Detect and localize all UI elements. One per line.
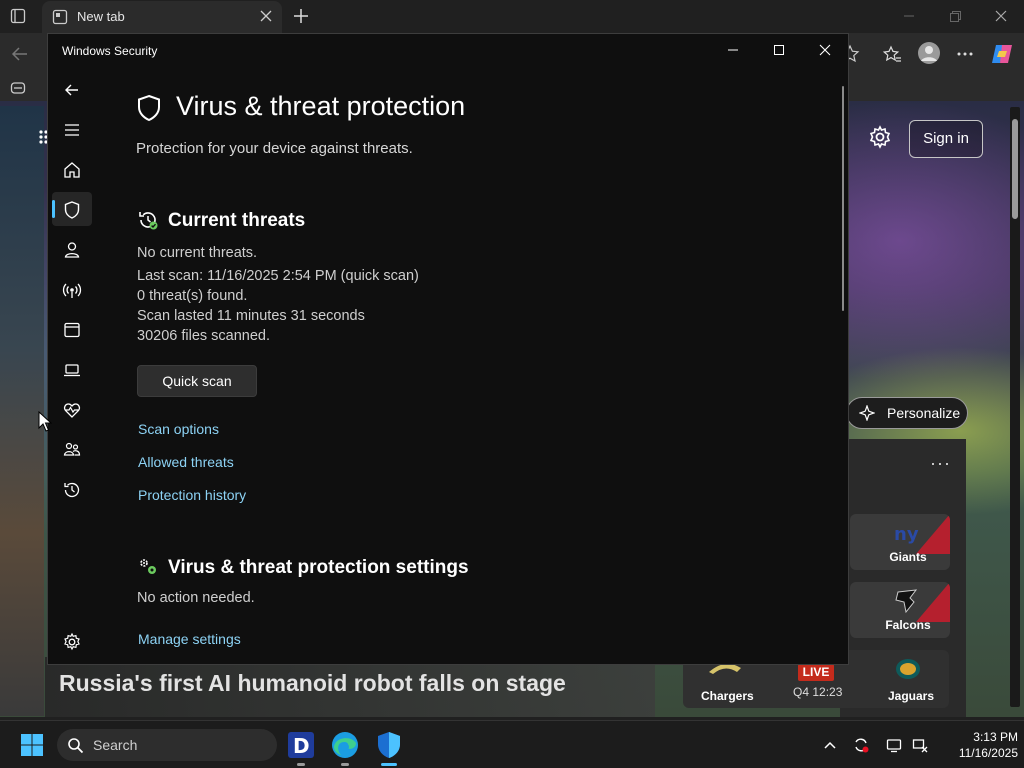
device-security-laptop-icon[interactable]: [62, 360, 82, 380]
page-scrollbar[interactable]: [1010, 107, 1020, 707]
live-badge: LIVE: [798, 664, 834, 681]
personalize-sparkle-icon: [859, 405, 875, 421]
scrollbar-thumb[interactable]: [1012, 119, 1018, 219]
quick-scan-button[interactable]: Quick scan: [137, 365, 257, 397]
windows-security-window: Windows Security Virus & threat protecti…: [47, 33, 849, 665]
page-settings-gear-icon[interactable]: [868, 125, 892, 149]
clock-date: 11/16/2025: [958, 746, 1018, 760]
tab-actions-icon[interactable]: [10, 8, 26, 24]
protection-history-icon[interactable]: [62, 480, 82, 500]
page-title: Virus & threat protection: [176, 91, 466, 121]
tab-title: New tab: [77, 9, 125, 24]
profile-avatar-icon[interactable]: [917, 41, 941, 65]
personalize-label: Personalize: [887, 405, 961, 421]
away-team-name: Jaguars: [888, 689, 935, 703]
current-threats-heading: Current threats: [168, 210, 306, 231]
window-titlebar[interactable]: Windows Security: [48, 34, 848, 66]
back-arrow-icon[interactable]: [10, 44, 30, 64]
family-options-icon[interactable]: [62, 440, 82, 460]
giants-logo-icon: ny: [894, 524, 919, 545]
taskbar-clock[interactable]: 3:13 PM 11/16/2025: [936, 729, 1018, 761]
browser-tab[interactable]: New tab: [42, 1, 282, 33]
sports-more-button[interactable]: ···: [930, 453, 951, 474]
clock-time: 3:13 PM: [973, 730, 1018, 744]
personalize-button[interactable]: Personalize: [846, 397, 968, 429]
more-options-icon[interactable]: [955, 44, 975, 64]
settings-gear-icon[interactable]: [62, 632, 82, 652]
team-card-falcons[interactable]: Falcons: [850, 582, 950, 638]
display-notification-icon[interactable]: [886, 737, 902, 753]
close-icon[interactable]: [818, 43, 832, 57]
search-icon: [68, 738, 84, 754]
nav-active-indicator: [52, 200, 55, 218]
settings-section-heading: Virus & threat protection settings: [168, 557, 469, 578]
manage-settings-link[interactable]: Manage settings: [138, 631, 241, 647]
browser-close-icon[interactable]: [994, 9, 1008, 23]
hamburger-menu-icon[interactable]: [62, 120, 82, 140]
news-headline[interactable]: Russia's first AI humanoid robot falls o…: [59, 670, 566, 697]
files-scanned-line: 30206 files scanned.: [137, 328, 271, 344]
news-card[interactable]: Russia's first AI humanoid robot falls o…: [45, 657, 655, 717]
last-scan-line: Last scan: 11/16/2025 2:54 PM (quick sca…: [137, 268, 419, 284]
allowed-threats-link[interactable]: Allowed threats: [138, 454, 234, 470]
home-icon[interactable]: [62, 160, 82, 180]
window-title: Windows Security: [62, 44, 158, 58]
protection-history-link[interactable]: Protection history: [138, 487, 246, 503]
shield-icon[interactable]: [62, 200, 82, 220]
search-placeholder: Search: [93, 737, 138, 753]
minimize-icon[interactable]: [726, 43, 740, 57]
firewall-network-icon[interactable]: [62, 280, 82, 300]
device-health-heart-icon[interactable]: [62, 400, 82, 420]
falcons-logo-icon: [895, 589, 918, 614]
network-disconnected-icon[interactable]: [912, 737, 928, 753]
scan-history-icon: [139, 212, 158, 230]
page-subtitle: Protection for your device against threa…: [136, 140, 413, 157]
threats-found-line: 0 threat(s) found.: [137, 288, 248, 304]
settings-gears-icon: [140, 559, 156, 574]
shield-header-icon: [138, 94, 160, 122]
taskbar-search-box[interactable]: Search: [57, 729, 277, 761]
close-tab-icon[interactable]: [260, 10, 272, 22]
account-person-icon[interactable]: [62, 240, 82, 260]
app-active-indicator: [381, 763, 397, 766]
browser-restore-icon[interactable]: [948, 9, 962, 23]
game-clock: Q4 12:23: [793, 685, 843, 699]
windows-security-app-icon[interactable]: [373, 729, 405, 761]
home-team-name: Chargers: [701, 689, 754, 703]
mouse-cursor-icon: [38, 411, 52, 432]
favorites-icon[interactable]: [882, 44, 902, 64]
team-card-giants[interactable]: ny Giants: [850, 514, 950, 570]
jaguars-logo-icon: [896, 659, 920, 679]
edge-browser-icon[interactable]: [329, 729, 361, 761]
new-tab-favicon-icon: [52, 9, 68, 25]
sync-status-icon[interactable]: [853, 737, 869, 753]
content-scrollbar[interactable]: [842, 86, 844, 311]
collections-icon[interactable]: [10, 81, 26, 95]
svg-text:ny: ny: [894, 524, 919, 545]
sign-in-button[interactable]: Sign in: [909, 120, 983, 158]
back-arrow-icon[interactable]: [62, 80, 82, 100]
copilot-icon[interactable]: [990, 42, 1014, 66]
tray-overflow-chevron-icon[interactable]: [822, 737, 838, 753]
dictation-app-icon[interactable]: D: [285, 729, 317, 761]
new-tab-button[interactable]: [292, 7, 310, 25]
settings-status-line: No action needed.: [137, 590, 255, 606]
scan-duration-line: Scan lasted 11 minutes 31 seconds: [137, 308, 365, 324]
app-running-indicator: [341, 763, 349, 766]
browser-tabstrip: New tab: [0, 0, 1024, 33]
browser-minimize-icon[interactable]: [902, 9, 916, 23]
maximize-icon[interactable]: [772, 43, 786, 57]
app-running-indicator: [297, 763, 305, 766]
svg-text:D: D: [293, 734, 310, 758]
taskbar: Search D 3:13 PM 11/16/2025: [0, 720, 1024, 768]
scan-options-link[interactable]: Scan options: [138, 421, 219, 437]
team-name: Giants: [889, 550, 927, 564]
team-name: Falcons: [885, 618, 931, 632]
threat-status-line: No current threats.: [137, 245, 258, 261]
app-browser-control-icon[interactable]: [62, 320, 82, 340]
windows-start-icon[interactable]: [20, 733, 44, 757]
